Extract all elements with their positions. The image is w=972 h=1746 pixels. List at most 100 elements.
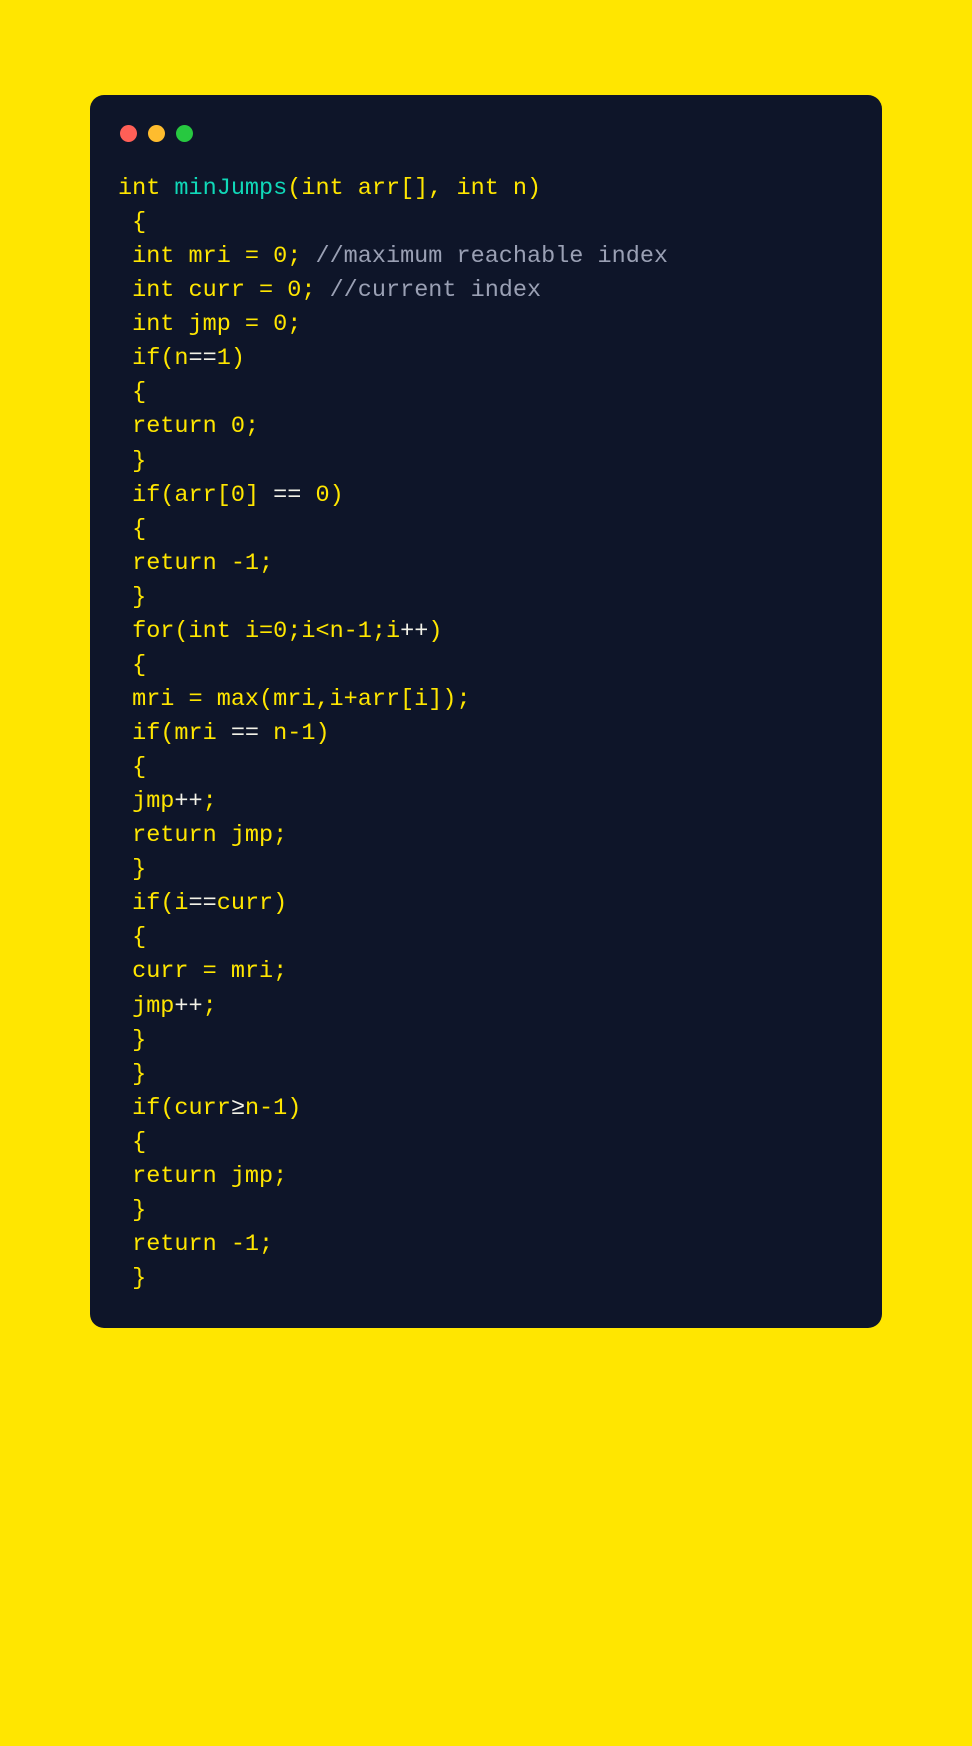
code-token: ;i <box>372 618 400 645</box>
code-window: int minJumps(int arr[], int n) { int mri… <box>90 95 882 1328</box>
code-token: int <box>189 618 231 645</box>
code-token: == <box>273 482 301 509</box>
code-token: return <box>118 822 217 849</box>
code-token: (curr <box>160 1095 231 1122</box>
code-token: mri = max(mri,i+arr[i]); <box>118 686 471 713</box>
code-token: curr = mri; <box>118 958 287 985</box>
code-token: ++ <box>174 993 202 1020</box>
code-token: for <box>118 618 174 645</box>
code-token: 0 <box>273 243 287 270</box>
minimize-icon[interactable] <box>148 125 165 142</box>
code-token: minJumps <box>160 175 287 202</box>
code-token: ≥ <box>231 1095 245 1122</box>
code-token: n- <box>259 720 301 747</box>
code-token: int <box>118 175 160 202</box>
code-token: int <box>118 243 174 270</box>
close-icon[interactable] <box>120 125 137 142</box>
code-token: 0 <box>273 311 287 338</box>
code-token: jmp; <box>217 1163 288 1190</box>
code-token: //current index <box>330 277 542 304</box>
code-block: int minJumps(int arr[], int n) { int mri… <box>118 172 854 1296</box>
code-token: 0 <box>315 482 329 509</box>
code-token: { <box>118 924 146 951</box>
code-token: 0 <box>273 618 287 645</box>
code-token: ; <box>245 413 259 440</box>
code-token: jmp; <box>217 822 288 849</box>
code-token: mri = <box>174 243 273 270</box>
code-token: == <box>189 890 217 917</box>
code-token: ) <box>330 482 344 509</box>
code-token: return <box>118 1231 231 1258</box>
code-token: curr = <box>174 277 287 304</box>
code-token: curr) <box>217 890 288 917</box>
code-token: int <box>118 277 174 304</box>
code-token: } <box>118 584 146 611</box>
code-token: if <box>118 720 160 747</box>
code-token: (i <box>160 890 188 917</box>
code-token: arr[], <box>344 175 457 202</box>
code-token: } <box>118 1061 146 1088</box>
code-token: { <box>118 379 146 406</box>
code-token: ++ <box>174 788 202 815</box>
code-token: ) <box>315 720 329 747</box>
code-token: i= <box>231 618 273 645</box>
code-token: == <box>189 345 217 372</box>
code-token: 0 <box>287 277 301 304</box>
code-token: jmp = <box>174 311 273 338</box>
code-token: int <box>456 175 498 202</box>
code-token: 0 <box>231 413 245 440</box>
code-token: -1 <box>231 1231 259 1258</box>
code-token: ) <box>287 1095 301 1122</box>
code-token: jmp <box>118 788 174 815</box>
code-token: ; <box>203 788 217 815</box>
code-token: //maximum reachable index <box>315 243 668 270</box>
code-token: 0 <box>231 482 245 509</box>
code-token: 1 <box>301 720 315 747</box>
code-token: n- <box>245 1095 273 1122</box>
code-token: { <box>118 209 146 236</box>
window-controls <box>120 125 854 142</box>
code-token: ; <box>301 277 329 304</box>
code-token: int <box>301 175 343 202</box>
code-token: (arr[ <box>160 482 231 509</box>
code-token: { <box>118 516 146 543</box>
code-token: if <box>118 1095 160 1122</box>
code-token: } <box>118 856 146 883</box>
code-token: jmp <box>118 993 174 1020</box>
code-token: return <box>118 413 231 440</box>
code-token: ; <box>203 993 217 1020</box>
code-token: return <box>118 550 231 577</box>
code-token: (n <box>160 345 188 372</box>
code-token: ) <box>231 345 245 372</box>
code-token: n) <box>499 175 541 202</box>
code-token: ] <box>245 482 273 509</box>
code-token: -1 <box>231 550 259 577</box>
code-token: } <box>118 1265 146 1292</box>
code-token: (mri <box>160 720 231 747</box>
code-token: { <box>118 1129 146 1156</box>
code-token: == <box>231 720 259 747</box>
code-token: ; <box>287 243 315 270</box>
code-token: if <box>118 482 160 509</box>
code-token: { <box>118 652 146 679</box>
code-token: int <box>118 311 174 338</box>
code-token: if <box>118 345 160 372</box>
code-token: 1 <box>217 345 231 372</box>
code-token: ) <box>428 618 442 645</box>
code-token <box>301 482 315 509</box>
code-token: ++ <box>400 618 428 645</box>
code-token: ( <box>174 618 188 645</box>
code-token: { <box>118 754 146 781</box>
code-token: ; <box>259 1231 273 1258</box>
zoom-icon[interactable] <box>176 125 193 142</box>
code-token: ; <box>259 550 273 577</box>
code-token: ; <box>287 311 301 338</box>
code-token: } <box>118 448 146 475</box>
code-token: if <box>118 890 160 917</box>
code-token: ;i<n- <box>287 618 358 645</box>
code-token: 1 <box>358 618 372 645</box>
code-token: } <box>118 1197 146 1224</box>
code-token: 1 <box>273 1095 287 1122</box>
code-token: ( <box>287 175 301 202</box>
code-token: } <box>118 1027 146 1054</box>
